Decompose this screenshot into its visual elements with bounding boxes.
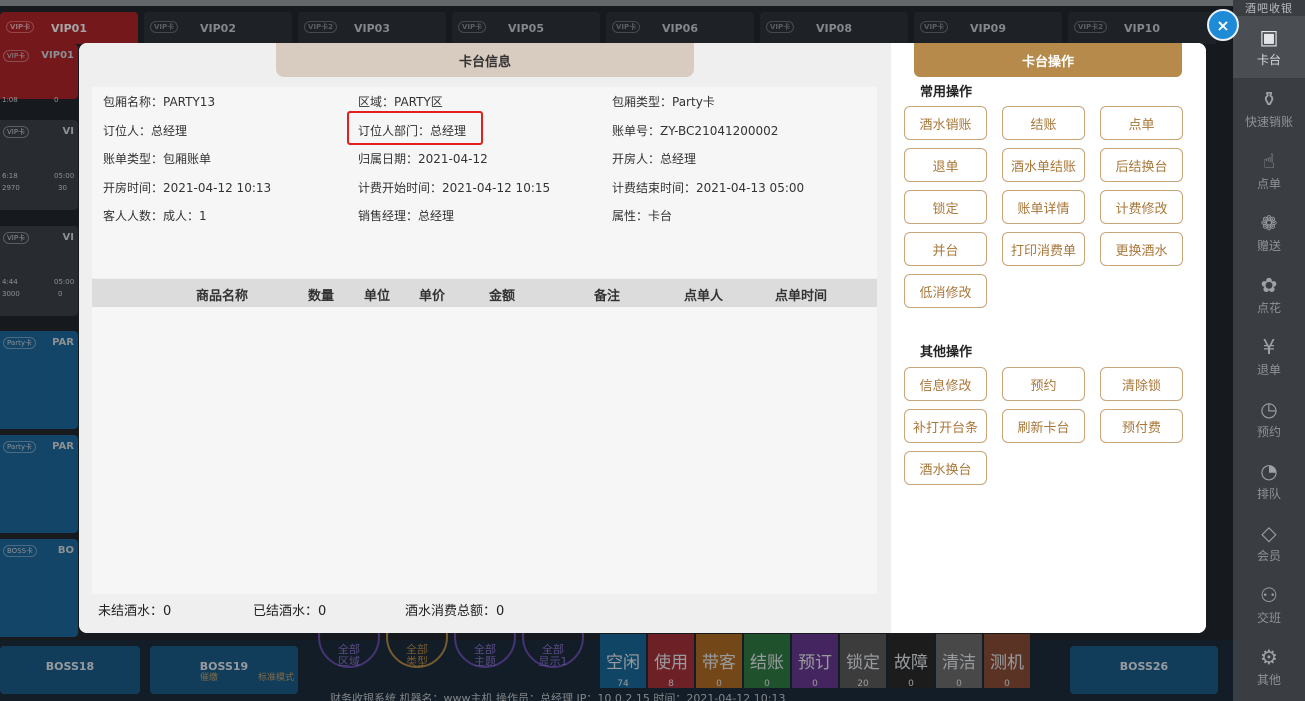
op-button[interactable]: 后结换台 xyxy=(1100,148,1183,182)
order-table-header: 商品名称 数量 单位 单价 金额 备注 点单人 点单时间 xyxy=(92,279,877,307)
sidebar-item-label: 赠送 xyxy=(1256,238,1281,253)
sidebar-item[interactable]: ◔ 排队 xyxy=(1233,450,1305,512)
clock-icon: ◷ xyxy=(1260,396,1278,421)
highlight-box xyxy=(347,111,483,145)
col-order-time: 点单时间 xyxy=(775,289,828,304)
sidebar-title: 酒吧收银 xyxy=(1245,2,1293,15)
room-info-pane: 卡台信息 包厢名称：PARTY13 区域：PARTY区 包厢类型：Party卡 … xyxy=(79,43,891,633)
operations-header: 卡台操作 xyxy=(914,43,1182,77)
sidebar-item-label: 排队 xyxy=(1256,486,1281,501)
op-button[interactable]: 信息修改 xyxy=(904,367,987,401)
open-time: 开房时间：2021-04-12 10:13 xyxy=(103,181,272,195)
booker: 订位人：总经理 xyxy=(103,124,188,138)
billing-start: 计费开始时间：2021-04-12 10:15 xyxy=(358,181,551,195)
op-button[interactable]: 低消修改 xyxy=(904,274,987,308)
sidebar-item[interactable]: ⚇ 交班 xyxy=(1233,574,1305,636)
op-button[interactable]: 点单 xyxy=(1100,106,1183,140)
order-table-body[interactable] xyxy=(92,307,877,594)
op-button[interactable]: 酒水换台 xyxy=(904,451,987,485)
sidebar-item-label: 快速销账 xyxy=(1244,114,1293,129)
op-button[interactable]: 更换酒水 xyxy=(1100,232,1183,266)
belong-date: 归属日期：2021-04-12 xyxy=(358,152,488,166)
sidebar-item-label: 其他 xyxy=(1256,672,1281,687)
other-ops-title: 其他操作 xyxy=(920,345,973,360)
op-button[interactable]: 预约 xyxy=(1002,367,1085,401)
opener: 开房人：总经理 xyxy=(612,152,697,166)
op-button[interactable]: 锁定 xyxy=(904,190,987,224)
col-unit: 单位 xyxy=(364,289,391,304)
flower-icon: ✿ xyxy=(1260,272,1278,297)
op-button[interactable]: 刷新卡台 xyxy=(1002,409,1085,443)
settled-drinks: 已结酒水：0 xyxy=(253,604,327,619)
users-icon: ⚇ xyxy=(1260,582,1278,607)
gift-icon: ❁ xyxy=(1260,210,1278,235)
sidebar-item[interactable]: ◇ 会员 xyxy=(1233,512,1305,574)
col-remark: 备注 xyxy=(594,289,621,304)
sidebar-item-label: 点单 xyxy=(1256,176,1281,191)
diamond-icon: ◇ xyxy=(1261,520,1277,545)
close-button[interactable]: × xyxy=(1207,9,1239,41)
right-sidebar: 酒吧收银 ▣ 卡台 ⚱ 快速销账 ☝ 点单 ❁ 赠送 ✿ 点花 ¥ 退单 ◷ 预约 ◔ 排队 ◇ 会员 ⚇ 交班 ⚙ 其他 xyxy=(1233,0,1305,701)
gear-icon: ⚙ xyxy=(1260,644,1278,669)
col-unit-price: 单价 xyxy=(419,289,446,304)
billing-end: 计费结束时间：2021-04-13 05:00 xyxy=(612,181,805,195)
unsettled-drinks: 未结酒水：0 xyxy=(98,604,172,619)
col-quantity: 数量 xyxy=(308,289,335,304)
queue-icon: ◔ xyxy=(1260,458,1278,483)
room-type: 包厢类型：Party卡 xyxy=(612,95,715,109)
common-ops-title: 常用操作 xyxy=(920,85,973,100)
sidebar-item-label: 交班 xyxy=(1256,610,1281,625)
refund-icon: ¥ xyxy=(1262,334,1276,359)
sidebar-item[interactable]: ⚱ 快速销账 xyxy=(1233,78,1305,140)
col-ordered-by: 点单人 xyxy=(684,289,724,304)
sales-manager: 销售经理：总经理 xyxy=(358,209,455,223)
sidebar-item[interactable]: ¥ 退单 xyxy=(1233,326,1305,388)
area: 区域：PARTY区 xyxy=(358,95,443,109)
sidebar-item[interactable]: ❁ 赠送 xyxy=(1233,202,1305,264)
order-table-footer: 未结酒水：0 已结酒水：0 酒水消费总额：0 xyxy=(92,594,877,622)
sidebar-item-label: 预约 xyxy=(1256,424,1281,439)
sidebar-item[interactable]: ▣ 卡台 xyxy=(1233,16,1305,78)
bill-type: 账单类型：包厢账单 xyxy=(103,152,212,166)
op-button[interactable]: 计费修改 xyxy=(1100,190,1183,224)
sidebar-item-label: 点花 xyxy=(1256,300,1281,315)
op-button[interactable]: 账单详情 xyxy=(1002,190,1085,224)
room-info-header: 卡台信息 xyxy=(276,43,694,77)
room-info-dialog: 卡台信息 包厢名称：PARTY13 区域：PARTY区 包厢类型：Party卡 … xyxy=(79,43,1206,633)
op-button[interactable]: 酒水单结账 xyxy=(1002,148,1085,182)
sidebar-item[interactable]: ⚙ 其他 xyxy=(1233,636,1305,698)
col-product-name: 商品名称 xyxy=(196,289,249,304)
op-button[interactable]: 清除锁 xyxy=(1100,367,1183,401)
guest-count: 客人人数：成人：1 xyxy=(103,209,207,223)
sidebar-item-label: 卡台 xyxy=(1256,52,1281,67)
room-name: 包厢名称：PARTY13 xyxy=(103,95,216,109)
sidebar-items: ▣ 卡台 ⚱ 快速销账 ☝ 点单 ❁ 赠送 ✿ 点花 ¥ 退单 ◷ 预约 ◔ 排队 ◇ 会员 ⚇ 交班 ⚙ 其他 xyxy=(1233,16,1305,698)
op-button[interactable]: 酒水销账 xyxy=(904,106,987,140)
hand-icon: ☝ xyxy=(1262,148,1276,173)
drinks-total: 酒水消费总额：0 xyxy=(405,604,505,619)
op-button[interactable]: 打印消费单 xyxy=(1002,232,1085,266)
col-amount: 金额 xyxy=(489,289,516,304)
sidebar-item[interactable]: ☝ 点单 xyxy=(1233,140,1305,202)
op-button[interactable]: 退单 xyxy=(904,148,987,182)
sidebar-item[interactable]: ◷ 预约 xyxy=(1233,388,1305,450)
sidebar-item-label: 会员 xyxy=(1256,548,1281,563)
op-button[interactable]: 预付费 xyxy=(1100,409,1183,443)
op-button[interactable]: 补打开台条 xyxy=(904,409,987,443)
bill-number: 账单号：ZY-BC21041200002 xyxy=(612,124,779,138)
operations-pane: 卡台操作 常用操作 酒水销账 结账 点单退单 酒水单结账 后结换台锁定 账单详情 计费修改并… xyxy=(891,43,1206,633)
sidebar-item[interactable]: ✿ 点花 xyxy=(1233,264,1305,326)
attribute: 属性：卡台 xyxy=(612,209,673,223)
table-icon: ▣ xyxy=(1259,24,1279,49)
bottle-icon: ⚱ xyxy=(1260,86,1278,111)
sidebar-item-label: 退单 xyxy=(1256,362,1281,377)
op-button[interactable]: 结账 xyxy=(1002,106,1085,140)
op-button[interactable]: 并台 xyxy=(904,232,987,266)
